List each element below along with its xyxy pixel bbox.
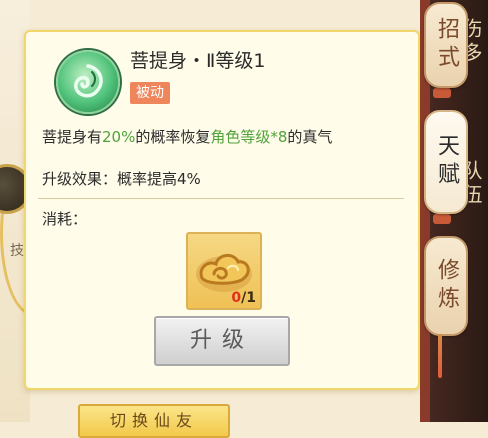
background-bottom-button[interactable]: 切换仙友	[78, 404, 230, 438]
cost-have: 0	[231, 290, 242, 306]
upgrade-effect-label: 升级效果：	[42, 170, 118, 188]
cost-label: 消耗：	[42, 210, 88, 228]
desc-text-2: 的概率恢复	[135, 128, 211, 146]
background-left-label: 技	[10, 243, 24, 259]
upgrade-button[interactable]: 升级	[154, 316, 290, 366]
skill-description: 菩提身有20%的概率恢复角色等级*8的真气	[42, 126, 332, 147]
tab-moves-label: 招式	[434, 17, 459, 73]
desc-formula: 角色等级*8	[210, 128, 288, 146]
tab-connector	[433, 88, 451, 98]
passive-tag: 被动	[130, 82, 170, 104]
cost-item-slot[interactable]: 0/1	[186, 232, 262, 310]
upgrade-effect-value: 概率提高4%	[117, 170, 201, 188]
skill-detail-card: 菩提身・Ⅱ等级1 被动 菩提身有20%的概率恢复角色等级*8的真气 升级效果：概…	[24, 30, 420, 390]
tassel-decoration	[438, 334, 442, 378]
divider	[38, 198, 404, 199]
desc-text-3: 的真气	[287, 128, 333, 146]
tab-talent-label: 天赋	[434, 134, 459, 190]
desc-percent: 20%	[102, 128, 136, 146]
cost-count: 0/1	[231, 290, 256, 306]
tab-cultivate[interactable]: 修炼	[424, 236, 468, 336]
tab-talent[interactable]: 天赋	[424, 110, 468, 214]
cost-need: 1	[246, 290, 256, 306]
tab-moves[interactable]: 招式	[424, 2, 468, 88]
green-leaf-swirl-icon	[56, 50, 120, 114]
skill-title: 菩提身・Ⅱ等级1	[130, 50, 266, 72]
upgrade-effect: 升级效果：概率提高4%	[42, 168, 201, 189]
tab-connector	[433, 214, 451, 224]
tab-cultivate-label: 修炼	[434, 258, 459, 314]
desc-text-1: 菩提身有	[42, 128, 103, 146]
